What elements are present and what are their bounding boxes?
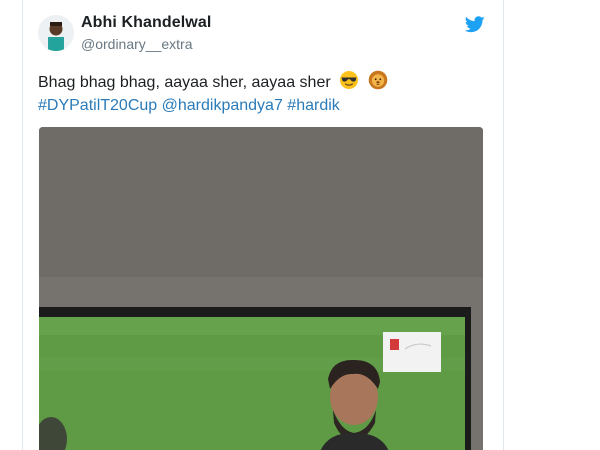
tweet-text-line: Bhag bhag bhag, aayaa sher, aayaa sher [38,70,488,94]
page: Abhi Khandelwal @ordinary__extra Bhag bh… [0,0,600,450]
tweet-body: Bhag bhag bhag, aayaa sher, aayaa sher [38,74,331,91]
avatar[interactable] [38,15,74,51]
lion-face-icon [368,70,387,90]
tweet-text: Bhag bhag bhag, aayaa sher, aayaa sher #… [38,70,488,117]
author-handle[interactable]: @ordinary__extra [81,36,193,52]
hashtag-link[interactable]: #DYPatilT20Cup [38,97,157,114]
sunglasses-face-icon [340,71,359,89]
video-frame [39,127,483,450]
avatar-image [38,15,74,51]
hashtags-line: #DYPatilT20Cup @hardikpandya7 #hardik [38,94,488,117]
twitter-bird-icon[interactable] [465,16,485,33]
hashtag-link[interactable]: #hardik [287,97,339,114]
author-name[interactable]: Abhi Khandelwal [81,14,211,32]
mention-link[interactable]: @hardikpandya7 [162,97,283,114]
embedded-tweet-card: Abhi Khandelwal @ordinary__extra Bhag bh… [22,0,504,450]
tweet-video[interactable] [39,127,483,450]
